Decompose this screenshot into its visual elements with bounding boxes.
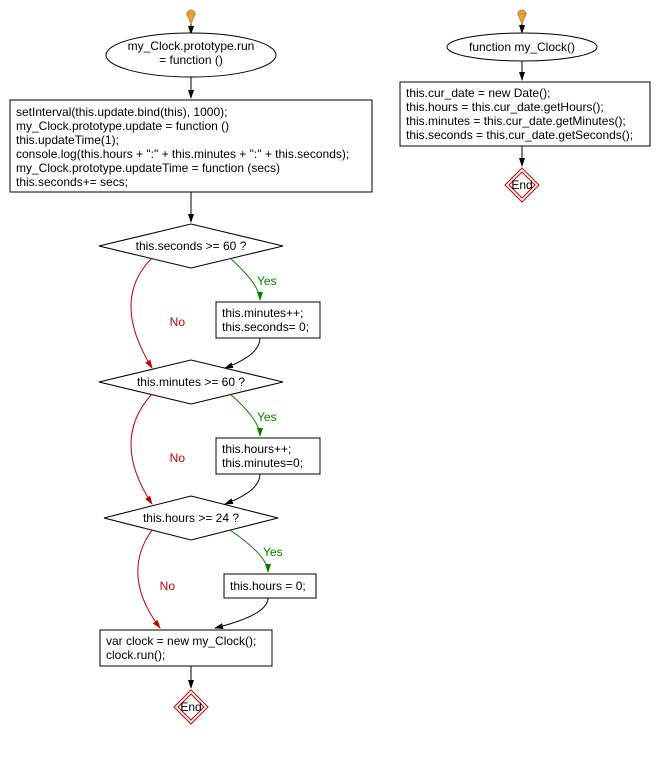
action2-line0: this.hours++; [222, 442, 291, 456]
yes-label-3: Yes [263, 545, 283, 559]
end-text-right: End [511, 178, 532, 192]
final-line0: var clock = new my_Clock(); [106, 634, 256, 648]
yes-label-1: Yes [257, 274, 277, 288]
process1-line5: this.seconds+= secs; [16, 175, 128, 189]
processR-line2: this.minutes = this.cur_date.getMinutes(… [406, 114, 626, 128]
yes-label-2: Yes [257, 410, 277, 424]
action1-line0: this.minutes++; [222, 306, 303, 320]
no-label-2: No [170, 451, 186, 465]
end-node-right: End [505, 168, 539, 202]
action2-line1: this.minutes=0; [222, 456, 303, 470]
decision3-text: this.hours >= 24 ? [143, 511, 239, 525]
end-text-left: End [180, 700, 201, 714]
decision1-text: this.seconds >= 60 ? [136, 239, 247, 253]
no-label-3: No [160, 579, 176, 593]
start-text-left-1: my_Clock.prototype.run [128, 39, 255, 53]
process1-line3: console.log(this.hours + ":" + this.minu… [16, 147, 349, 161]
processR-line1: this.hours = this.cur_date.getHours(); [406, 100, 604, 114]
entry-marker-right [518, 10, 526, 24]
final-line1: clock.run(); [106, 648, 165, 662]
start-text-left-2: = function () [159, 53, 223, 67]
process1-line4: my_Clock.prototype.updateTime = function… [16, 161, 280, 175]
action3-text: this.hours = 0; [230, 579, 306, 593]
process1-line2: this.updateTime(1); [16, 133, 119, 147]
entry-marker-left [187, 10, 195, 24]
processR-line0: this.cur_date = new Date(); [406, 86, 550, 100]
flowchart-diagram: my_Clock.prototype.run = function () set… [0, 0, 663, 764]
start-text-right: function my_Clock() [469, 40, 575, 54]
no-label-1: No [170, 315, 186, 329]
decision2-text: this.minutes >= 60 ? [137, 375, 245, 389]
process1-line1: my_Clock.prototype.update = function () [16, 119, 229, 133]
process1-line0: setInterval(this.update.bind(this), 1000… [16, 105, 227, 119]
end-node-left: End [174, 690, 208, 724]
processR-line3: this.seconds = this.cur_date.getSeconds(… [406, 128, 633, 142]
action1-line1: this.seconds= 0; [222, 320, 309, 334]
